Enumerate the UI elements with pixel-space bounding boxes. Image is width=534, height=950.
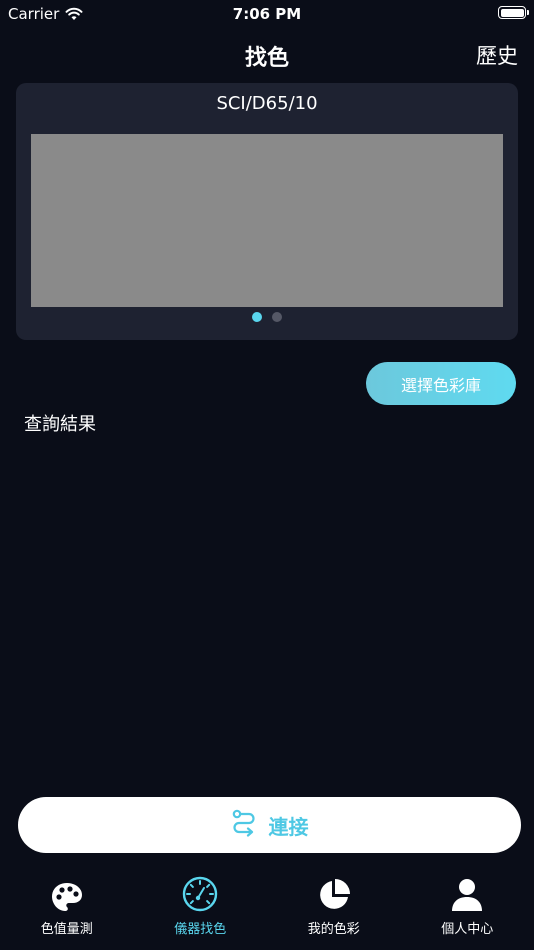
tab-instrument-find-color[interactable]: 儀器找色 bbox=[134, 870, 268, 950]
page-title: 找色 bbox=[244, 46, 289, 71]
tab-label: 色值量測 bbox=[40, 922, 93, 937]
select-color-library-button[interactable]: 選擇色彩庫 bbox=[366, 362, 516, 405]
tab-personal-center[interactable]: 個人中心 bbox=[401, 870, 534, 950]
illuminant-label: SCI/D65/10 bbox=[216, 93, 318, 114]
color-card[interactable]: SCI/D65/10 bbox=[16, 83, 518, 340]
tab-bar: 色值量測 儀器找色 我的色彩 個人中心 bbox=[0, 870, 534, 950]
query-result-label: 查詢結果 bbox=[24, 414, 96, 435]
connect-icon bbox=[231, 809, 257, 841]
page-indicator[interactable] bbox=[16, 312, 518, 322]
tab-label: 個人中心 bbox=[441, 922, 494, 937]
status-time: 7:06 PM bbox=[232, 5, 302, 23]
page-dot-2[interactable] bbox=[272, 312, 282, 322]
palette-icon bbox=[51, 876, 83, 912]
connect-button[interactable]: 連接 bbox=[18, 797, 521, 853]
gauge-icon bbox=[182, 876, 218, 912]
pie-chart-icon bbox=[317, 876, 351, 912]
history-button[interactable]: 歷史 bbox=[476, 40, 518, 70]
page-dot-1[interactable] bbox=[252, 312, 262, 322]
tab-color-measure[interactable]: 色值量測 bbox=[0, 870, 134, 950]
tab-my-colors[interactable]: 我的色彩 bbox=[267, 870, 401, 950]
color-swatch bbox=[31, 134, 503, 307]
battery-icon bbox=[498, 6, 529, 19]
tab-label: 我的色彩 bbox=[307, 922, 360, 937]
status-bar: Carrier 7:06 PM bbox=[0, 0, 534, 30]
connect-label: 連接 bbox=[268, 814, 309, 839]
tab-label: 儀器找色 bbox=[174, 922, 227, 937]
person-icon bbox=[451, 876, 483, 912]
